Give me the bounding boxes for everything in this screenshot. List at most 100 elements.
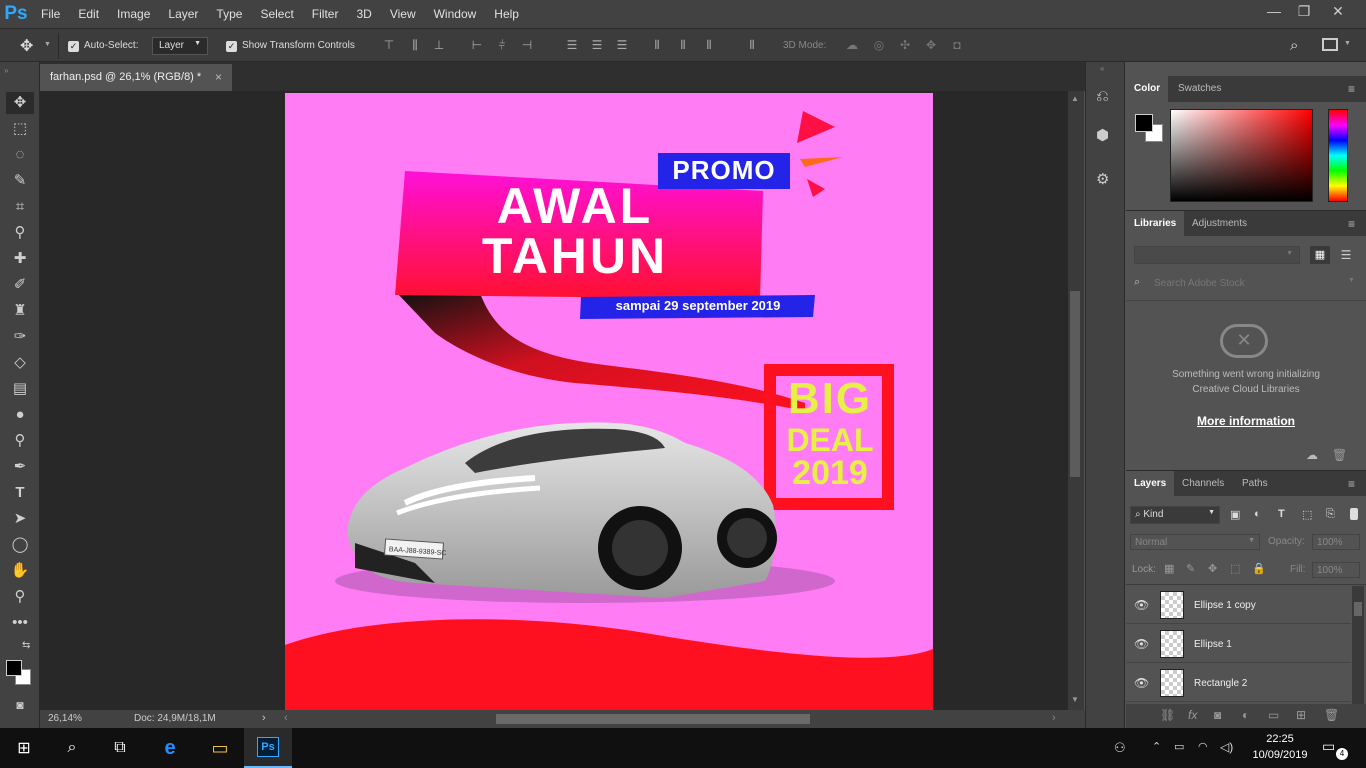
quick-mask-icon[interactable]: ◙	[6, 694, 34, 716]
distribute-hcenter-icon[interactable]: ⦀	[676, 38, 690, 52]
menu-image[interactable]: Image	[108, 0, 159, 28]
windows-start-icon[interactable]: ⊞	[0, 728, 48, 768]
menu-filter[interactable]: Filter	[303, 0, 348, 28]
align-top-icon[interactable]: ⊤	[382, 38, 396, 52]
zoom-level[interactable]: 26,14%	[48, 713, 82, 724]
eye-icon[interactable]: 👁	[1134, 637, 1149, 651]
layer-name[interactable]: Ellipse 1 copy	[1194, 600, 1256, 611]
menu-view[interactable]: View	[381, 0, 425, 28]
distribute-bottom-icon[interactable]: ☰	[615, 38, 629, 52]
blur-tool-icon[interactable]: ●	[6, 404, 34, 426]
stock-search-input[interactable]: Search Adobe Stock	[1154, 278, 1245, 289]
chevron-down-icon[interactable]: ▼	[44, 41, 51, 48]
distribute-vcenter-icon[interactable]: ☰	[590, 38, 604, 52]
chevron-down-icon[interactable]: ▼	[1348, 277, 1355, 284]
close-window-button[interactable]: ✕	[1322, 0, 1354, 22]
volume-icon[interactable]: ◁)	[1220, 740, 1233, 754]
workspace-icon[interactable]	[1322, 38, 1338, 51]
layer-row[interactable]: 👁 Rectangle 2	[1126, 664, 1351, 702]
menu-layer[interactable]: Layer	[159, 0, 207, 28]
hand-tool-icon[interactable]: ✋	[6, 560, 34, 582]
quick-select-tool-icon[interactable]: ✎	[6, 170, 34, 192]
status-menu-arrow-icon[interactable]: ›	[262, 712, 266, 724]
more-information-link[interactable]: More information	[1126, 414, 1366, 428]
3d-panel-icon[interactable]: ⬢	[1096, 126, 1109, 144]
auto-select-dropdown[interactable]: Layer ▼	[152, 37, 208, 55]
people-icon[interactable]: ⚇	[1114, 740, 1126, 756]
search-icon[interactable]: ⌕	[48, 728, 96, 768]
layer-row[interactable]: 👁 Ellipse 1 copy	[1126, 586, 1351, 624]
panel-menu-icon[interactable]: ≡	[1348, 82, 1355, 96]
cloud-sync-icon[interactable]: ☁	[1306, 448, 1318, 462]
grid-view-icon[interactable]: ▦	[1310, 246, 1330, 264]
auto-align-icon[interactable]: ⦀	[745, 38, 759, 52]
tab-layers[interactable]: Layers	[1126, 471, 1175, 497]
healing-brush-tool-icon[interactable]: ✚	[6, 248, 34, 270]
brush-tool-icon[interactable]: ✐	[6, 274, 34, 296]
lock-all-icon[interactable]: 🔒	[1252, 562, 1266, 575]
eye-icon[interactable]: 👁	[1134, 676, 1149, 690]
orbit-3d-icon[interactable]: ☁	[845, 38, 859, 52]
camera-3d-icon[interactable]: ◘	[950, 38, 964, 52]
layers-scrollbar[interactable]	[1352, 586, 1364, 704]
move-tool-icon[interactable]: ✥	[6, 92, 34, 114]
layer-name[interactable]: Ellipse 1	[1194, 639, 1232, 650]
search-icon[interactable]: ⌕	[1290, 37, 1298, 54]
wifi-icon[interactable]: ◠	[1198, 740, 1208, 753]
scrollbar-thumb[interactable]	[1354, 602, 1362, 616]
lock-position-icon[interactable]: ✥	[1208, 562, 1217, 575]
more-tools-icon[interactable]: •••	[6, 612, 34, 634]
tab-libraries[interactable]: Libraries	[1126, 211, 1185, 237]
distribute-right-icon[interactable]: ⦀	[702, 38, 716, 52]
auto-select-checkbox[interactable]: ✓	[68, 40, 79, 52]
color-picker-field[interactable]	[1170, 109, 1313, 202]
show-hidden-icons-icon[interactable]: ⌃	[1152, 740, 1161, 753]
hue-slider[interactable]	[1328, 109, 1348, 202]
adjustment-layer-icon[interactable]: ◐	[1242, 708, 1249, 722]
filter-shape-icon[interactable]: ⬚	[1302, 508, 1312, 521]
library-select[interactable]: ▼	[1134, 246, 1300, 264]
tab-channels[interactable]: Channels	[1174, 471, 1232, 497]
type-tool-icon[interactable]: T	[6, 482, 34, 504]
ellipse-tool-icon[interactable]: ◯	[6, 534, 34, 556]
chevron-down-icon[interactable]: ▼	[1344, 40, 1351, 47]
fx-icon[interactable]: fx	[1188, 708, 1197, 722]
menu-type[interactable]: Type	[207, 0, 251, 28]
path-selection-tool-icon[interactable]: ➤	[6, 508, 34, 530]
filter-smart-object-icon[interactable]: ⎘	[1326, 508, 1335, 521]
lasso-tool-icon[interactable]: ◌	[6, 144, 34, 166]
document-tab[interactable]: farhan.psd @ 26,1% (RGB/8) * ×	[40, 64, 232, 91]
dodge-tool-icon[interactable]: ⚲	[6, 430, 34, 452]
filter-kind-select[interactable]: ⌕ Kind ▼	[1130, 506, 1220, 524]
new-group-icon[interactable]: ▭	[1268, 708, 1279, 722]
filter-adjustment-icon[interactable]: ◐	[1254, 508, 1261, 520]
scroll-right-icon[interactable]: ›	[1052, 712, 1056, 724]
add-mask-icon[interactable]: ◙	[1214, 708, 1221, 722]
vertical-scrollbar[interactable]: ▲ ▼	[1068, 91, 1084, 710]
clone-stamp-tool-icon[interactable]: ♜	[6, 300, 34, 322]
panel-menu-icon[interactable]: ≡	[1348, 477, 1355, 491]
scroll-down-icon[interactable]: ▼	[1071, 695, 1079, 704]
scroll-left-icon[interactable]: ‹	[284, 712, 288, 724]
show-transform-checkbox[interactable]: ✓	[226, 40, 237, 52]
minimize-button[interactable]: —	[1258, 0, 1290, 22]
link-layers-icon[interactable]: ⛓	[1160, 708, 1175, 722]
menu-edit[interactable]: Edit	[69, 0, 108, 28]
scrollbar-thumb[interactable]	[1070, 291, 1080, 477]
horizontal-scrollbar-thumb[interactable]	[496, 714, 810, 724]
align-hcenter-icon[interactable]: ⫩	[495, 38, 509, 52]
lock-transparent-icon[interactable]: ▦	[1164, 562, 1174, 575]
tab-color[interactable]: Color	[1126, 76, 1169, 102]
history-panel-icon[interactable]: ⎌	[1096, 88, 1109, 106]
align-left-icon[interactable]: ⊢	[470, 38, 484, 52]
close-tab-icon[interactable]: ×	[215, 70, 222, 84]
delete-layer-icon[interactable]: 🗑	[1324, 708, 1339, 722]
photoshop-taskbar-button[interactable]: Ps	[244, 728, 292, 768]
lock-pixels-icon[interactable]: ✎	[1186, 562, 1195, 575]
new-layer-icon[interactable]: ⊞	[1296, 708, 1306, 722]
list-view-icon[interactable]: ☰	[1336, 246, 1356, 264]
filter-pixel-icon[interactable]: ▣	[1230, 508, 1240, 521]
marquee-tool-icon[interactable]: ⬚	[6, 118, 34, 140]
artboard[interactable]: BAA-J88-9389-SC PROMO AWAL TAHUN sampai …	[285, 93, 933, 710]
menu-select[interactable]: Select	[251, 0, 302, 28]
